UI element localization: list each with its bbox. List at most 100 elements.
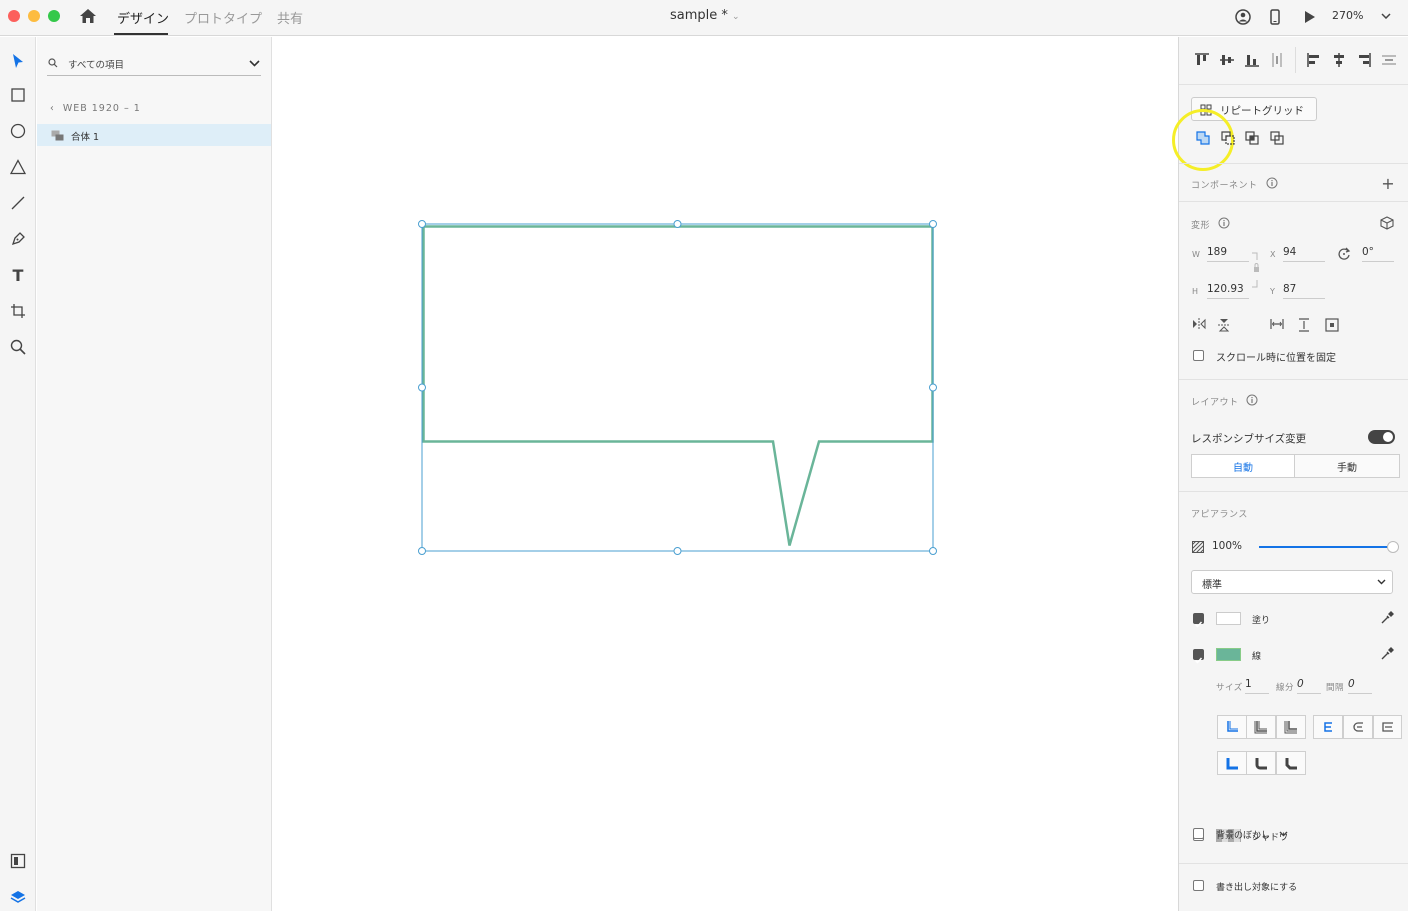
tab-prototype[interactable]: プロトタイプ <box>184 8 262 27</box>
layers-panel: すべての項目 ‹ WEB 1920 – 1 合体 1 <box>37 37 272 911</box>
stroke-color-swatch[interactable] <box>1216 648 1241 661</box>
dash-field[interactable]: 0 <box>1297 678 1321 694</box>
stroke-size-field[interactable]: 1 <box>1245 678 1269 694</box>
opacity-field[interactable]: 100% <box>1212 540 1248 555</box>
align-right-icon[interactable] <box>1355 51 1373 69</box>
minimize-window-button[interactable] <box>28 10 40 22</box>
artboard-tool-icon[interactable] <box>6 299 30 323</box>
device-preview-icon[interactable] <box>1265 7 1285 27</box>
stroke-size-label: サイズ <box>1216 683 1243 693</box>
handle-top <box>673 220 682 228</box>
cap-square-button[interactable] <box>1373 715 1402 739</box>
search-input[interactable]: すべての項目 <box>68 57 124 71</box>
blend-mode-select[interactable]: 標準 <box>1191 570 1393 594</box>
user-icon[interactable] <box>1233 7 1253 27</box>
distribute-horizontal-icon[interactable] <box>1380 51 1398 69</box>
info-icon[interactable] <box>1217 216 1231 230</box>
flip-vertical-icon[interactable] <box>1217 317 1231 333</box>
zoom-tool-icon[interactable] <box>6 335 30 359</box>
pen-tool-icon[interactable] <box>6 227 30 251</box>
document-title[interactable]: sample * ⌄ <box>670 8 740 23</box>
manual-mode-button[interactable]: 手動 <box>1294 454 1400 478</box>
text-tool-icon[interactable]: T <box>6 263 30 287</box>
width-field[interactable]: 189 <box>1207 246 1249 262</box>
align-middle-icon[interactable] <box>1218 51 1236 69</box>
tab-share[interactable]: 共有 <box>277 8 303 27</box>
boolean-exclude-icon[interactable] <box>1268 129 1286 147</box>
rectangle-tool-icon[interactable] <box>6 83 30 107</box>
lock-aspect-icon[interactable] <box>1251 252 1261 288</box>
align-center-icon[interactable] <box>1330 51 1348 69</box>
gap-field[interactable]: 0 <box>1348 678 1372 694</box>
home-icon[interactable] <box>78 6 98 26</box>
responsive-resize-toggle[interactable] <box>1368 430 1395 444</box>
join-bevel-button[interactable] <box>1276 751 1306 775</box>
distribute-width-icon[interactable] <box>1269 317 1285 331</box>
opacity-slider[interactable] <box>1259 541 1399 553</box>
align-bottom-icon[interactable] <box>1243 51 1261 69</box>
flip-horizontal-icon[interactable] <box>1191 317 1207 331</box>
divider <box>1295 47 1296 73</box>
fill-color-swatch[interactable] <box>1216 612 1241 625</box>
x-field[interactable]: 94 <box>1283 246 1325 262</box>
speech-bubble-shape[interactable] <box>422 225 934 546</box>
polygon-tool-icon[interactable] <box>6 155 30 179</box>
stroke-checkbox[interactable] <box>1193 649 1204 664</box>
stroke-center-button[interactable] <box>1246 715 1276 739</box>
dash-label: 線分 <box>1276 683 1295 693</box>
fix-on-scroll-label: スクロール時に位置を固定 <box>1216 353 1336 364</box>
export-checkbox[interactable] <box>1193 880 1204 891</box>
fit-content-icon[interactable] <box>1324 317 1340 333</box>
join-round-button[interactable] <box>1246 751 1276 775</box>
stroke-inside-button[interactable] <box>1217 715 1247 739</box>
layers-panel-icon[interactable] <box>6 885 30 909</box>
stroke-outside-button[interactable] <box>1276 715 1306 739</box>
eyedropper-icon[interactable] <box>1379 646 1395 662</box>
breadcrumb[interactable]: ‹ WEB 1920 – 1 <box>50 103 141 114</box>
opacity-slider-thumb[interactable] <box>1387 541 1399 553</box>
distribute-vertical-icon[interactable] <box>1268 51 1286 69</box>
join-miter-button[interactable] <box>1217 751 1247 775</box>
handle-bottom-left <box>418 547 426 555</box>
align-left-icon[interactable] <box>1305 51 1323 69</box>
search-field[interactable]: すべての項目 <box>47 52 261 76</box>
play-icon[interactable] <box>1300 7 1320 27</box>
blend-mode-value: 標準 <box>1202 580 1222 591</box>
info-icon[interactable] <box>1265 176 1279 190</box>
height-field[interactable]: 120.93 <box>1207 283 1249 299</box>
zoom-level[interactable]: 270% <box>1332 9 1363 22</box>
component-label: コンポーネント <box>1191 181 1258 191</box>
layer-item[interactable]: 合体 1 <box>37 124 271 146</box>
y-field[interactable]: 87 <box>1283 283 1325 299</box>
eyedropper-icon[interactable] <box>1379 610 1395 626</box>
cap-round-button[interactable] <box>1343 715 1373 739</box>
align-toolbar <box>1179 37 1408 84</box>
3d-transform-icon[interactable] <box>1379 215 1395 231</box>
select-tool-icon[interactable] <box>6 49 30 73</box>
layout-label: レイアウト <box>1191 398 1239 408</box>
boolean-add-icon[interactable] <box>1194 129 1212 147</box>
zoom-dropdown-icon[interactable] <box>1378 8 1394 24</box>
fix-on-scroll-checkbox[interactable] <box>1193 350 1204 361</box>
line-tool-icon[interactable] <box>6 191 30 215</box>
info-icon[interactable] <box>1245 393 1259 407</box>
boolean-subtract-icon[interactable] <box>1219 129 1237 147</box>
fill-checkbox[interactable] <box>1193 613 1204 628</box>
tab-design[interactable]: デザイン <box>117 8 169 27</box>
chevron-down-icon[interactable] <box>1277 828 1289 840</box>
close-window-button[interactable] <box>8 10 20 22</box>
add-component-icon[interactable]: + <box>1380 174 1396 193</box>
align-top-icon[interactable] <box>1193 51 1211 69</box>
auto-mode-button[interactable]: 自動 <box>1191 454 1295 478</box>
background-blur-checkbox[interactable] <box>1193 828 1204 839</box>
rotation-field[interactable]: 0° <box>1362 246 1394 262</box>
canvas[interactable] <box>272 37 1178 911</box>
cap-butt-button[interactable] <box>1313 715 1343 739</box>
zoom-window-button[interactable] <box>48 10 60 22</box>
width-label: W <box>1192 250 1201 259</box>
distribute-height-icon[interactable] <box>1297 317 1311 333</box>
ellipse-tool-icon[interactable] <box>6 119 30 143</box>
boolean-intersect-icon[interactable] <box>1243 129 1261 147</box>
assets-panel-icon[interactable] <box>6 849 30 873</box>
chevron-down-icon[interactable] <box>248 57 260 69</box>
